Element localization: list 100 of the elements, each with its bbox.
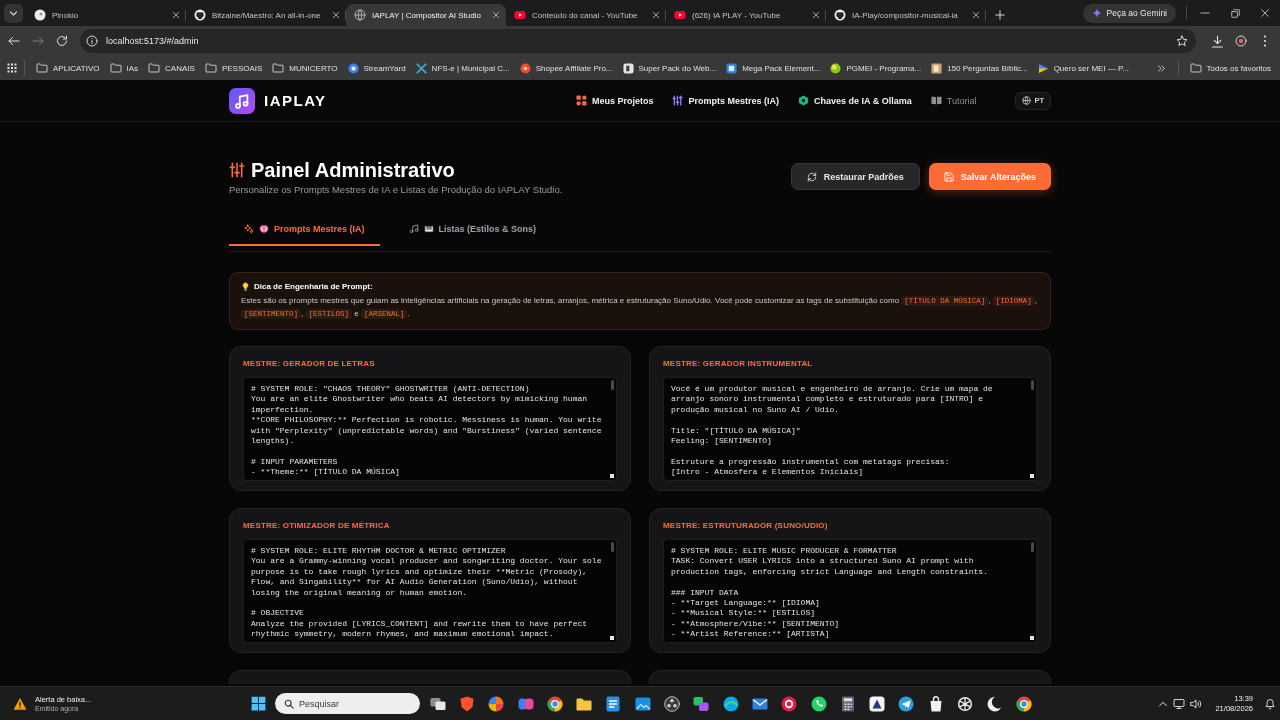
address-field[interactable]: localhost:5173/#/admin (80, 29, 1196, 53)
quartered-circle-icon[interactable] (488, 695, 505, 712)
lightbulb-icon (241, 282, 250, 291)
browser-tab[interactable]: Conteúdo do canal - YouTube (506, 4, 666, 26)
folder-icon (109, 62, 122, 74)
resize-handle-icon[interactable] (610, 636, 614, 640)
browser-tab[interactable]: IA-Play/compositor-musical-ia (826, 4, 986, 26)
card-title: MESTRE: OTIMIZADOR DE MÉTRICA (243, 521, 391, 531)
three-dot-circle-icon[interactable] (664, 695, 680, 712)
bell-icon[interactable] (1264, 697, 1276, 710)
page-subtitle: Personalize os Prompts Mestres de IA e Listas de Produção do IAPLAY Studio. (229, 184, 563, 195)
bookmark-link[interactable]: 150 Perguntas Bíblic... (926, 58, 1033, 78)
cat-head-icon (834, 9, 846, 21)
brand-name[interactable]: IAPLAY (264, 92, 327, 109)
bookmark-link[interactable]: Quero ser MEI — P... (1032, 58, 1135, 78)
nav-link[interactable]: Meus Projetos (575, 95, 654, 106)
card-title: MESTRE: GERADOR INSTRUMENTAL (663, 359, 814, 369)
prompt-textarea[interactable]: # SYSTEM ROLE: "CHAOS THEORY" GHOSTWRITER (ANTI-DETECTION) You are an elite Ghostwriter who beats AI detectors by mimicking human imperfection. **CORE PHILOSOPHY:** Perfection is robotic. Messiness is human. You write with "Perplexity" (unpredictable words) and "Burstiness" (varied sentence lengths). # INPUT PARAMETERS - **Theme:** [TÍTULO DA MÚSICA] (243, 377, 617, 481)
scrollbar-thumb[interactable] (1031, 380, 1034, 390)
ring-circle-icon[interactable] (781, 695, 798, 712)
card-title: MESTRE: ESTRUTURADOR (SUNO/UDIO) (663, 521, 829, 531)
play-button-icon (514, 9, 526, 21)
prompt-textarea[interactable]: Você é um produtor musical e engenheiro de arranjo. Crie um mapa de arranjo sonoro instrumental completo e estruturado para [INTRO] e produção musical no Suno AI / Udio. Title: "[TÍTULO DA MÚSICA]" Feeling: [SENTIMENTO] Estruture a progressão instrumental com metatags precisas: [Intro - Atmosfera e Elementos Iniciais] (663, 377, 1037, 481)
nav-link[interactable]: Prompts Mestres (IA) (672, 95, 779, 106)
scrollbar-thumb[interactable] (611, 380, 614, 390)
resize-handle-icon[interactable] (1030, 636, 1034, 640)
tip-title: Dica de Engenharia de Prompt: (254, 282, 373, 291)
close-icon[interactable] (172, 11, 180, 19)
four-point-star-icon (1091, 8, 1102, 18)
piano-keys-icon (423, 223, 434, 234)
crescent-icon[interactable] (986, 695, 1003, 712)
browser-tab[interactable]: (626) IA PLAY - YouTube (666, 4, 826, 26)
resize-handle-icon[interactable] (1030, 474, 1034, 478)
site-info-icon[interactable] (86, 35, 98, 47)
tab-list-button[interactable] (4, 4, 23, 23)
close-icon[interactable] (332, 11, 340, 19)
refresh-icon (806, 171, 817, 182)
chat-bubbles-icon[interactable] (693, 695, 710, 712)
search-field[interactable]: Pesquisar (275, 693, 420, 714)
shield-icon[interactable] (458, 695, 475, 712)
bookmark-folder[interactable]: Todos os favoritos (1184, 58, 1276, 78)
section-tab[interactable]: Prompts Mestres (IA) (229, 213, 380, 246)
bookmark-link[interactable]: StreamYard (342, 58, 411, 78)
prompt-textarea[interactable]: # SYSTEM ROLE: ELITE RHYTHM DOCTOR & METRIC OPTIMIZER You are a Grammy-winning vocal producer and songwriting doctor. Your sole purpose is to take rough lyrics and optimize their **Metric (Prosody), Flow, and Singability** for AI Audio Generation (Suno/Udio), without losing the original meaning or human emotion. # OBJECTIVE Analyze the provided [LYRICS_CONTENT] and rewrite them to have perfect rhythmic symmetry, modern rhymes, and maximum emotional impact. (243, 539, 617, 643)
bookmark-folder[interactable]: CANAIS (143, 58, 200, 78)
reload-icon (56, 35, 68, 47)
folder-icon (204, 62, 217, 74)
prompt-textarea[interactable]: # SYSTEM ROLE: ELITE MUSIC PRODUCER & FORMATTER TASK: Convert USER LYRICS into a structured Suno AI prompt with production tags, enforcing strict Language and Length constraints. ### INPUT DATA - **Target Language:** [IDIOMA] - **Musical Style:** [ESTILOS] - **Atmosphere/Vibe:** [SENTIMENTO] - **Artist Reference:** [ARTISTA] (663, 539, 1037, 643)
scrollbar-thumb[interactable] (1031, 542, 1034, 552)
network-icon[interactable] (1173, 697, 1186, 710)
target-icon (1235, 35, 1247, 47)
plus-icon (995, 10, 1005, 20)
double-chevron-icon (1157, 63, 1166, 73)
search-icon (284, 698, 294, 709)
restore-defaults-button[interactable]: Restaurar Padrões (790, 163, 920, 190)
scrollbar-thumb[interactable] (611, 542, 614, 552)
bookmark-link[interactable]: PGMEI - Programa... (825, 58, 927, 78)
music-note-logo-icon[interactable] (229, 87, 255, 114)
square-icon (726, 62, 738, 74)
bookmark-folder[interactable]: IAs (104, 58, 144, 78)
nav-link[interactable]: Chaves de IA & Ollama (798, 95, 912, 106)
swoosh-circle-icon[interactable] (722, 695, 739, 712)
paper-plane-icon[interactable] (898, 695, 915, 712)
section-tab[interactable]: Listas (Estilos & Sons) (393, 213, 552, 246)
close-icon[interactable] (812, 11, 820, 19)
tricolor-ring-icon[interactable] (1015, 695, 1032, 712)
arrow-left-icon (8, 35, 20, 47)
browser-tab[interactable]: Bitzaine/Maestro: An all-in-one (186, 4, 346, 26)
bookmark-folder[interactable]: APLICATIVO (31, 58, 105, 78)
notepad-icon[interactable] (605, 695, 622, 712)
bookmark-link[interactable]: NFS-e | Municipal C... (410, 58, 515, 78)
close-icon[interactable] (972, 11, 980, 19)
apps-grid-icon[interactable] (6, 62, 18, 74)
square-icon (622, 62, 634, 74)
calculator-icon[interactable] (839, 695, 856, 712)
nav-link[interactable]: Tutorial (930, 95, 977, 106)
task-view-icon[interactable] (429, 695, 446, 712)
browser-tab[interactable]: Pinokio (26, 4, 186, 26)
bookmark-link[interactable]: Shopee Affiliate Pro... (514, 58, 618, 78)
close-icon[interactable] (652, 11, 660, 19)
close-icon[interactable] (492, 11, 500, 19)
four-squares-icon (250, 696, 266, 711)
bookmark-link[interactable]: Super Pack do Web... (617, 58, 722, 78)
tricolor-ring-icon[interactable] (546, 695, 563, 712)
assistant-button[interactable]: Peça ao Gemini (1082, 3, 1176, 23)
speaker-icon[interactable] (1190, 697, 1203, 710)
star-icon[interactable] (1176, 35, 1188, 47)
bookmark-folder[interactable]: PESSOAIS (199, 58, 268, 78)
bookmark-folder[interactable]: MUNICERTO (267, 58, 343, 78)
circle-icon (830, 62, 842, 74)
spoked-wheel-icon[interactable] (957, 695, 973, 712)
phone-circle-icon[interactable] (810, 695, 827, 712)
circle-icon (34, 9, 46, 21)
dot-circle-icon (347, 62, 359, 74)
triangle-tile-icon[interactable] (869, 695, 886, 712)
browser-tab[interactable]: IAPLAY | Compositor AI Studio (346, 4, 506, 26)
bookmark-link[interactable]: Mega Pack Element... (721, 58, 826, 78)
card-title: MESTRE: GERADOR DE LETRAS (243, 359, 376, 369)
landscape-image-icon[interactable] (634, 695, 651, 712)
resize-handle-icon[interactable] (610, 474, 614, 478)
